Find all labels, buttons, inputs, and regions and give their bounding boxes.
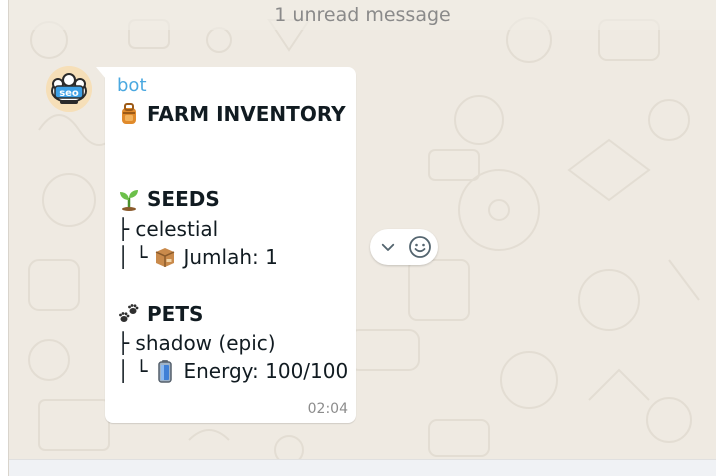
pets-header-text: PETS [147,302,204,326]
title-text: FARM INVENTORY [147,102,346,126]
battery-icon [158,360,173,383]
package-icon [156,248,175,267]
avatar[interactable]: seo [46,66,92,112]
backpack-icon [122,103,136,124]
pet-energy-row: │ └ Energy: 100/100 [117,359,348,383]
svg-text:seo: seo [59,88,79,99]
left-panel-edge [0,0,9,476]
message-menu-button[interactable] [373,232,403,262]
message-title: FARM INVENTORY [117,102,346,126]
pets-header: PETS [117,302,203,326]
message-hover-actions [370,229,438,265]
seed-item: ├ celestial [117,217,219,241]
seo-logo-icon: seo [46,66,92,112]
seeds-header-text: SEEDS [147,187,220,211]
seed-quantity: Jumlah: 1 [183,245,278,269]
pet-item: ├ shadow (epic) [117,331,276,355]
seeds-header: SEEDS [117,187,220,211]
message-bubble[interactable]: bot FARM INVENTORY SEEDS ├ celestial │ └… [96,67,356,423]
seedling-icon [120,190,138,211]
message-time: 02:04 [307,401,348,417]
smiley-icon [409,236,431,258]
chevron-down-icon [381,243,395,251]
bubble-tail [96,67,106,79]
seed-quantity-row: │ └ Jumlah: 1 [117,245,278,269]
react-emoji-button[interactable] [405,232,435,262]
composer-bar-edge [9,459,716,476]
unread-banner: 1 unread message [9,0,716,30]
tree-connector: │ └ [117,359,148,383]
sender-name[interactable]: bot [117,75,147,96]
paw-prints-icon [119,304,139,322]
tree-connector: │ └ [117,245,148,269]
pet-energy: Energy: 100/100 [183,359,349,383]
